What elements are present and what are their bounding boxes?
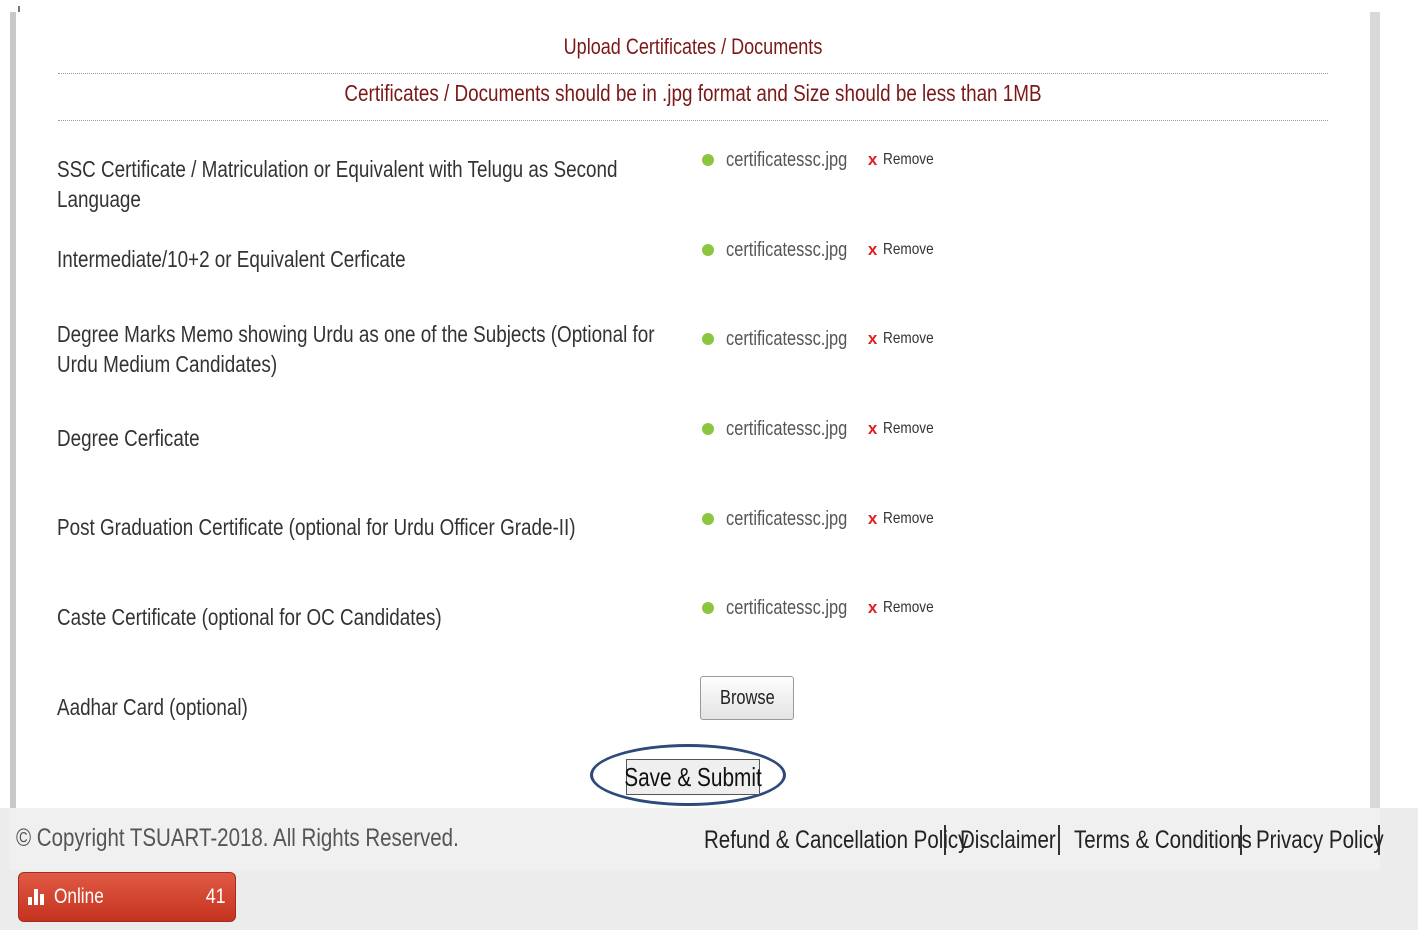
document-label-aadhar: Aadhar Card (optional) — [57, 694, 248, 720]
file-name: certificatessc.jpg — [726, 596, 848, 619]
uploaded-status-icon — [702, 602, 714, 614]
remove-icon[interactable]: x — [868, 419, 877, 439]
file-name: certificatessc.jpg — [726, 507, 848, 530]
uploaded-file-degree: certificatessc.jpg x Remove — [702, 416, 943, 442]
document-label-degree: Degree Cerficate — [57, 425, 200, 451]
uploaded-status-icon — [702, 513, 714, 525]
separator — [1058, 825, 1060, 855]
document-label-degree-marks-memo: Degree Marks Memo showing Urdu as one of… — [57, 321, 655, 377]
online-label: Online — [54, 885, 104, 908]
panel-right-border — [1370, 12, 1380, 808]
divider — [58, 73, 1328, 74]
uploaded-file-ssc: certificatessc.jpg x Remove — [702, 147, 943, 173]
file-name: certificatessc.jpg — [726, 238, 848, 261]
save-and-submit-label: Save & Submit — [624, 761, 762, 792]
document-label-ssc: SSC Certificate / Matriculation or Equiv… — [57, 156, 618, 212]
online-users-badge[interactable]: Online 41 — [18, 872, 236, 922]
remove-icon[interactable]: x — [868, 509, 877, 529]
document-label-post-graduation: Post Graduation Certificate (optional fo… — [57, 514, 576, 540]
file-name: certificatessc.jpg — [726, 327, 848, 350]
refund-cancellation-link[interactable]: Refund & Cancellation Policy — [704, 826, 968, 855]
save-and-submit-button[interactable]: Save & Submit — [624, 759, 762, 795]
format-notice: Certificates / Documents should be in .j… — [344, 80, 1042, 106]
document-label-caste: Caste Certificate (optional for OC Candi… — [57, 604, 442, 630]
remove-link[interactable]: Remove — [883, 330, 934, 348]
remove-icon[interactable]: x — [868, 150, 877, 170]
divider — [58, 120, 1328, 121]
online-count: 41 — [205, 885, 226, 908]
page: Upload Certificates / Documents Certific… — [0, 0, 1418, 930]
remove-link[interactable]: Remove — [883, 599, 934, 617]
uploaded-status-icon — [702, 154, 714, 166]
terms-conditions-link[interactable]: Terms & Conditions — [1074, 826, 1252, 855]
uploaded-file-intermediate: certificatessc.jpg x Remove — [702, 237, 943, 263]
panel-title: Upload Certificates / Documents — [563, 34, 823, 59]
document-label-intermediate: Intermediate/10+2 or Equivalent Cerficat… — [57, 246, 406, 272]
uploaded-file-degree-marks-memo: certificatessc.jpg x Remove — [702, 326, 943, 352]
uploaded-status-icon — [702, 423, 714, 435]
remove-icon[interactable]: x — [868, 329, 877, 349]
bar-chart-icon — [28, 889, 46, 905]
file-name: certificatessc.jpg — [726, 417, 848, 440]
uploaded-file-post-graduation: certificatessc.jpg x Remove — [702, 506, 943, 532]
remove-icon[interactable]: x — [868, 240, 877, 260]
file-name: certificatessc.jpg — [726, 148, 848, 171]
upload-panel: Upload Certificates / Documents Certific… — [16, 12, 1370, 808]
remove-icon[interactable]: x — [868, 598, 877, 618]
disclaimer-link[interactable]: Disclaimer — [960, 826, 1056, 855]
browse-button-label: Browse — [719, 686, 775, 709]
privacy-policy-link[interactable]: Privacy Policy — [1256, 826, 1384, 855]
footer-links: Refund & Cancellation Policy Disclaimer … — [704, 824, 1384, 856]
remove-link[interactable]: Remove — [883, 420, 934, 438]
browse-button[interactable]: Browse — [700, 676, 794, 720]
uploaded-status-icon — [702, 244, 714, 256]
remove-link[interactable]: Remove — [883, 151, 934, 169]
copyright-text: © Copyright TSUART-2018. All Rights Rese… — [16, 824, 459, 852]
remove-link[interactable]: Remove — [883, 510, 934, 528]
uploaded-status-icon — [702, 333, 714, 345]
uploaded-file-caste: certificatessc.jpg x Remove — [702, 595, 943, 621]
remove-link[interactable]: Remove — [883, 241, 934, 259]
